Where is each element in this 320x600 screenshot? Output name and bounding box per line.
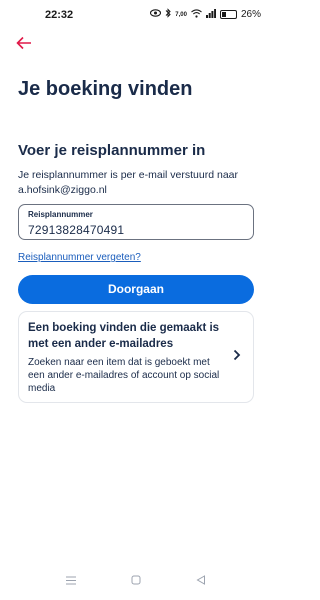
back-icon[interactable] — [196, 574, 206, 588]
battery-percent: 26% — [240, 9, 261, 20]
card-title: Een boeking vinden die gemaakt is met ee… — [28, 322, 220, 350]
chevron-right-icon — [233, 348, 241, 365]
signal-icon — [205, 8, 216, 21]
other-email-booking-card[interactable]: Een boeking vinden die gemaakt is met ee… — [18, 311, 254, 403]
forgot-booking-number-link[interactable]: Reisplannummer vergeten? — [18, 252, 141, 263]
home-icon[interactable] — [131, 574, 141, 588]
status-bar: 22:32 7,00 26% — [0, 0, 273, 30]
battery-icon — [219, 10, 237, 19]
continue-button[interactable]: Doorgaan — [18, 275, 254, 304]
menu-icon[interactable] — [66, 574, 76, 588]
page-title: Je boeking vinden — [18, 78, 193, 100]
booking-number-input[interactable]: 72913828470491 — [28, 223, 124, 237]
booking-number-field[interactable]: Reisplannummer 72913828470491 — [18, 204, 254, 240]
bluetooth-icon — [165, 8, 172, 21]
status-time: 22:32 — [45, 9, 74, 21]
status-icons: 7,00 26% — [150, 8, 261, 21]
section-description: Je reisplannummer is per e-mail verstuur… — [18, 169, 239, 196]
back-button[interactable] — [16, 34, 36, 54]
arrow-left-icon — [16, 34, 32, 54]
card-description: Zoeken naar een item dat is geboekt met … — [28, 357, 220, 394]
eye-icon — [150, 9, 162, 20]
data-speed-icon: 7,00 — [175, 11, 187, 18]
section-heading: Voer je reisplannummer in — [18, 142, 206, 159]
field-label: Reisplannummer — [28, 210, 93, 219]
wifi-icon — [191, 8, 202, 21]
system-nav-bar — [0, 570, 273, 596]
